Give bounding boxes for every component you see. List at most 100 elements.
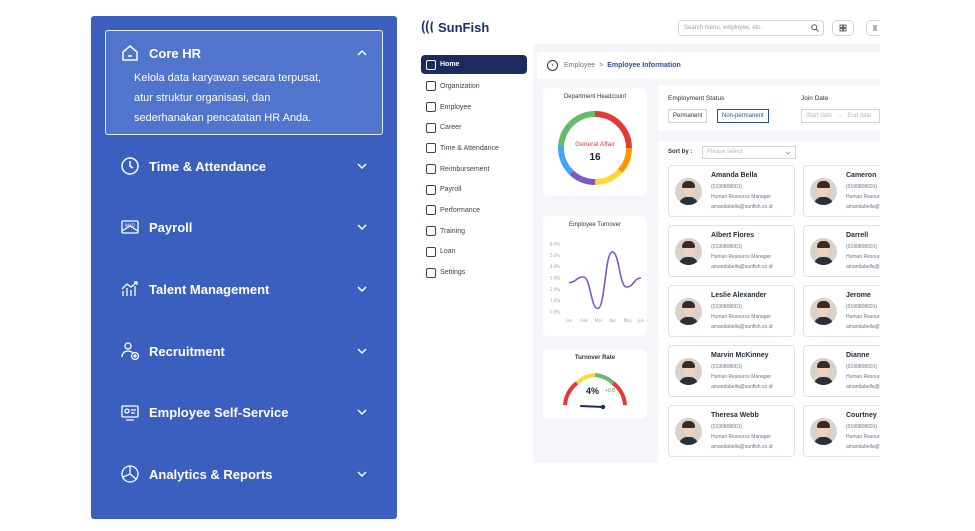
avatar xyxy=(810,178,837,205)
feature-accordion: Core HR Kelola data karyawan secara terp… xyxy=(91,16,397,519)
sidebar-item-training[interactable]: Training xyxy=(421,221,527,242)
accordion-item-core-hr[interactable]: Core HR xyxy=(119,38,369,68)
sunfish-logo: SunFish xyxy=(421,18,489,36)
core-hr-description: Kelola data karyawan secara terpusat, at… xyxy=(134,68,344,128)
status-option-permanent[interactable]: Permanent xyxy=(668,109,708,123)
avatar xyxy=(675,358,702,385)
clock-icon xyxy=(119,155,141,177)
accordion-item-talent-management[interactable]: Talent Management xyxy=(119,274,369,304)
desc-line: Kelola data karyawan secara terpusat, xyxy=(134,72,322,84)
sidebar-item-organization[interactable]: Organization xyxy=(421,76,527,97)
sidebar-item-payroll[interactable]: Payroll xyxy=(421,179,527,200)
employee-card[interactable]: Leslie Alexander (0190808001) Human Resour… xyxy=(668,285,795,337)
employee-name: Marvin McKinney xyxy=(711,352,769,359)
accordion-item-payroll[interactable]: PAID Payroll xyxy=(119,212,369,242)
sort-select[interactable]: Please select xyxy=(702,146,796,159)
employee-email: amandabella@sunfish.co.id xyxy=(711,264,773,270)
employee-name: Albert Flores xyxy=(711,232,755,239)
join-date-label: Join Date xyxy=(801,95,829,102)
sidebar-item-reimbursement[interactable]: Reimbursement xyxy=(421,159,527,180)
wallet-icon xyxy=(426,184,436,195)
chevron-up-icon[interactable] xyxy=(355,46,369,60)
employee-card[interactable]: Darrell (0190808001) Human Resource Manage… xyxy=(803,225,880,277)
join-date-range-input[interactable]: Start date → End date xyxy=(801,109,880,123)
headcount-donut xyxy=(558,111,632,185)
sidebar-item-time-attendance[interactable]: Time & Attendance xyxy=(421,138,527,159)
notifications-button[interactable] xyxy=(866,20,880,36)
search-placeholder: Search menu, employee, etc. xyxy=(684,25,763,31)
accordion-label: Core HR xyxy=(149,45,202,61)
sidebar-item-loan[interactable]: Loan xyxy=(421,242,527,263)
turnover-rate-value: 4% xyxy=(586,386,600,396)
employee-card[interactable]: Courtney (0190808001) Human Resource Manag… xyxy=(803,405,880,457)
chevron-down-icon[interactable] xyxy=(355,220,369,234)
employee-email: amandabella@sunfish.co.id xyxy=(846,324,880,330)
building-icon xyxy=(119,42,141,64)
id-card-icon xyxy=(119,401,141,423)
employee-card[interactable]: Amanda Bella (0190808001) Human Resource M… xyxy=(668,165,795,217)
y-tick-label: 3.0% xyxy=(550,276,560,281)
accordion-item-analytics-reports[interactable]: Analytics & Reports xyxy=(119,459,369,489)
sidebar-item-home[interactable]: Home xyxy=(421,55,527,74)
search-input[interactable]: Search menu, employee, etc. xyxy=(678,20,824,36)
avatar xyxy=(810,418,837,445)
employee-role: Human Resource Manager xyxy=(846,194,880,200)
book-icon xyxy=(426,226,436,237)
svg-text:PAID: PAID xyxy=(125,223,136,229)
employee-id: (0190808001) xyxy=(846,364,878,370)
employee-id: (0190808001) xyxy=(711,364,743,370)
employee-email: amandabella@sunfish.co.id xyxy=(711,384,773,390)
breadcrumb-separator: > xyxy=(599,62,604,69)
chevron-down-icon[interactable] xyxy=(355,405,369,419)
chevron-down-icon[interactable] xyxy=(355,344,369,358)
employee-id: (0190808001) xyxy=(846,244,878,250)
employee-name: Amanda Bella xyxy=(711,172,758,179)
employee-card[interactable]: Marvin McKinney (0190808001) Human Resourc… xyxy=(668,345,795,397)
sidebar-nav: Home Organization Employee Career Time &… xyxy=(421,55,527,283)
employee-name: Darrell xyxy=(846,232,869,239)
cash-icon xyxy=(426,164,436,175)
employee-name: Jerome xyxy=(846,292,871,299)
shield-icon xyxy=(426,246,436,257)
status-option-non-permanent[interactable]: Non-permanent xyxy=(717,109,769,123)
chevron-down-icon[interactable] xyxy=(355,282,369,296)
chevron-down-icon[interactable] xyxy=(355,159,369,173)
employee-name: Courtney xyxy=(846,412,877,419)
sidebar-item-performance[interactable]: Performance xyxy=(421,200,527,221)
employee-role: Human Resource Manager xyxy=(846,434,880,440)
x-tick-label: Feb xyxy=(580,318,588,323)
employee-email: amandabella@sunfish.co.id xyxy=(711,444,773,450)
people-add-icon xyxy=(119,340,141,362)
employee-list: Sort by : Please select Amanda Bella (019… xyxy=(658,141,880,463)
nav-label: Organization xyxy=(440,82,480,90)
sidebar-item-employee[interactable]: Employee xyxy=(421,97,527,118)
x-tick-label: Jan xyxy=(565,318,573,323)
employee-card[interactable]: Jerome (0190808001) Human Resource Manager… xyxy=(803,285,880,337)
nav-label: Home xyxy=(440,61,460,68)
grid-apps-button[interactable] xyxy=(832,20,854,36)
accordion-label: Time & Attendance xyxy=(149,158,267,174)
employee-card[interactable]: Theresa Webb (0190808001) Human Resource M… xyxy=(668,405,795,457)
sidebar-item-settings[interactable]: Settings xyxy=(421,262,527,283)
avatar xyxy=(675,238,702,265)
accordion-item-time-attendance[interactable]: Time & Attendance xyxy=(119,151,369,181)
employee-card[interactable]: Dianne (0190808001) Human Resource Manager… xyxy=(803,345,880,397)
headcount-value: 16 xyxy=(589,152,601,163)
breadcrumb-parent[interactable]: Employee xyxy=(564,62,595,69)
y-tick-label: 5.0% xyxy=(550,253,560,258)
performance-icon xyxy=(426,205,436,216)
y-tick-label: 4.0% xyxy=(550,264,560,269)
sidebar-item-career[interactable]: Career xyxy=(421,117,527,138)
employee-card[interactable]: Albert Flores (0190808001) Human Resource … xyxy=(668,225,795,277)
nav-label: Settings xyxy=(440,269,466,277)
clock-icon xyxy=(426,143,436,154)
avatar xyxy=(810,358,837,385)
accordion-item-recruitment[interactable]: Recruitment xyxy=(119,336,369,366)
desc-line: sederhanakan pencatatan HR Anda. xyxy=(134,112,312,124)
employee-role: Human Resource Manager xyxy=(846,314,880,320)
accordion-item-employee-self-service[interactable]: Employee Self-Service xyxy=(119,397,369,427)
back-button[interactable]: ‹ xyxy=(547,60,558,71)
chevron-down-icon[interactable] xyxy=(355,467,369,481)
employee-card[interactable]: Cameron (0190808001) Human Resource Manage… xyxy=(803,165,880,217)
employee-id: (0190808001) xyxy=(846,184,878,190)
